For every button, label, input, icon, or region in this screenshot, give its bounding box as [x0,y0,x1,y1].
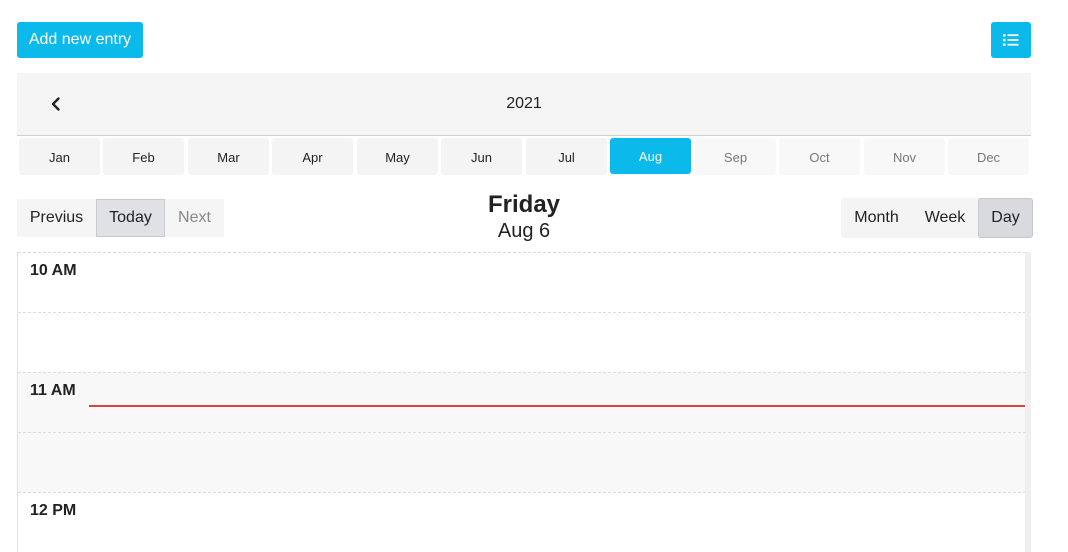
month-may[interactable]: May [357,138,438,175]
month-oct[interactable]: Oct [779,138,860,175]
scrollbar[interactable] [1025,252,1031,552]
time-slot[interactable] [18,312,1026,372]
month-aug[interactable]: Aug [610,138,691,174]
list-view-button[interactable] [991,22,1031,58]
month-jun[interactable]: Jun [441,138,522,175]
date-label: Aug 6 [497,220,551,242]
week-view-button[interactable]: Week [912,198,978,238]
today-button[interactable]: Today [96,199,165,237]
time-slot[interactable]: 11 AM [18,372,1026,432]
year-label: 2021 [506,95,542,112]
add-new-entry-button[interactable]: Add new entry [17,22,143,58]
current-time-indicator [89,405,1026,407]
day-timeline[interactable]: 10 AM 11 AM 12 PM [17,252,1027,552]
time-slot[interactable]: 10 AM [18,252,1026,312]
month-sep[interactable]: Sep [695,138,776,175]
previous-button[interactable]: Previus [17,199,96,237]
weekday-label: Friday [487,191,561,218]
hour-label: 10 AM [30,262,77,279]
month-selector: Jan Feb Mar Apr May Jun Jul Aug Sep Oct … [17,138,1031,176]
time-slot[interactable]: 12 PM [18,492,1026,552]
month-jul[interactable]: Jul [526,138,607,175]
month-dec[interactable]: Dec [948,138,1029,175]
next-button[interactable]: Next [165,199,224,237]
time-slot[interactable] [18,432,1026,492]
month-jan[interactable]: Jan [19,138,100,175]
date-navigation: Previus Today Next [17,199,224,237]
month-view-button[interactable]: Month [841,198,912,238]
day-view-button[interactable]: Day [978,198,1033,238]
list-icon [1003,34,1019,46]
month-mar[interactable]: Mar [188,138,269,175]
hour-label: 11 AM [30,382,76,399]
month-apr[interactable]: Apr [272,138,353,175]
month-feb[interactable]: Feb [103,138,184,175]
year-navigator: 2021 [17,73,1031,136]
month-nov[interactable]: Nov [864,138,945,175]
hour-label: 12 PM [30,502,77,519]
current-day-heading: Friday Aug 6 [424,191,624,243]
view-switcher: Month Week Day [841,198,1033,238]
